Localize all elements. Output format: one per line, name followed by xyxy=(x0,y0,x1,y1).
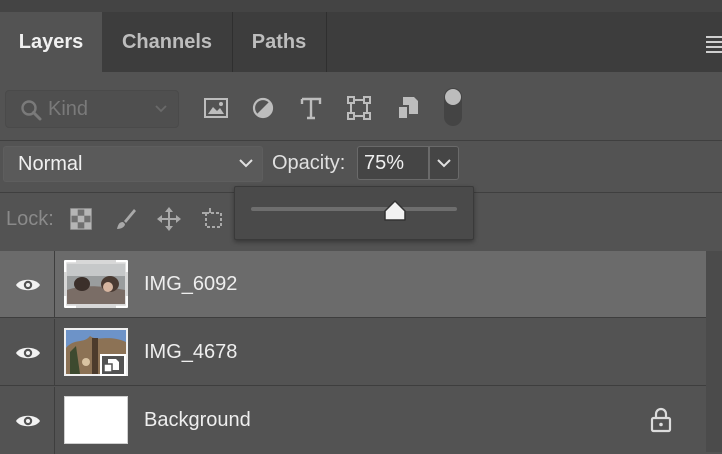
panel-top-strip xyxy=(0,0,722,12)
layer-thumbnail xyxy=(64,328,128,376)
shape-filter-icon[interactable] xyxy=(345,94,373,122)
layer-row-img-6092[interactable]: IMG_6092 xyxy=(0,251,722,318)
filter-toggle-switch[interactable] xyxy=(444,88,462,126)
adjustment-filter-icon[interactable] xyxy=(249,94,277,122)
layer-filter-row: Kind xyxy=(0,72,722,142)
eye-icon xyxy=(16,415,40,427)
image-filter-icon[interactable] xyxy=(202,94,230,122)
opacity-value: 75% xyxy=(364,152,405,174)
lock-icon[interactable] xyxy=(650,407,672,433)
eye-icon xyxy=(16,347,40,359)
layer-thumbnail xyxy=(64,260,128,308)
panel-scroll-edge xyxy=(706,251,722,452)
chevron-down-icon xyxy=(239,159,253,168)
layer-row-img-4678[interactable]: IMG_4678 xyxy=(0,319,722,386)
layer-name[interactable]: IMG_4678 xyxy=(144,341,237,364)
lock-transparent-pixels-icon[interactable] xyxy=(68,206,94,232)
lock-position-icon[interactable] xyxy=(156,206,182,232)
opacity-slider-track[interactable] xyxy=(251,207,457,211)
divider xyxy=(0,140,722,141)
blend-mode-select[interactable]: Normal xyxy=(3,146,263,182)
tab-layers[interactable]: Layers xyxy=(0,12,102,72)
chevron-down-icon xyxy=(155,105,167,113)
lock-label: Lock: xyxy=(6,208,54,230)
filter-kind-select[interactable]: Kind xyxy=(5,90,179,128)
opacity-label: Opacity: xyxy=(272,152,346,174)
layer-name[interactable]: IMG_6092 xyxy=(144,273,237,296)
filter-kind-label: Kind xyxy=(48,98,89,120)
chevron-down-icon xyxy=(437,159,451,168)
opacity-input[interactable]: 75% xyxy=(357,146,429,180)
smart-object-filter-icon[interactable] xyxy=(394,94,422,122)
opacity-slider-popup xyxy=(234,186,474,240)
type-filter-icon[interactable] xyxy=(297,94,325,122)
visibility-toggle[interactable] xyxy=(0,387,55,454)
visibility-toggle[interactable] xyxy=(0,251,55,318)
layer-row-background[interactable]: Background xyxy=(0,387,722,454)
visibility-toggle[interactable] xyxy=(0,319,55,386)
blend-mode-value: Normal xyxy=(18,153,83,175)
opacity-slider-thumb[interactable] xyxy=(382,199,408,223)
tab-paths[interactable]: Paths xyxy=(232,12,327,72)
search-icon xyxy=(21,100,42,121)
eye-icon xyxy=(16,279,40,291)
lock-image-pixels-icon[interactable] xyxy=(112,206,138,232)
opacity-dropdown-button[interactable] xyxy=(429,146,459,180)
layer-thumbnail xyxy=(64,396,128,444)
layer-name[interactable]: Background xyxy=(144,409,251,432)
tab-channels[interactable]: Channels xyxy=(102,12,233,72)
layers-list: IMG_6092 IMG_4678 Background xyxy=(0,251,722,454)
panel-menu-icon[interactable] xyxy=(704,34,722,54)
lock-artboard-icon[interactable] xyxy=(200,206,226,232)
panel-tab-bar: Layers Channels Paths xyxy=(0,12,722,72)
